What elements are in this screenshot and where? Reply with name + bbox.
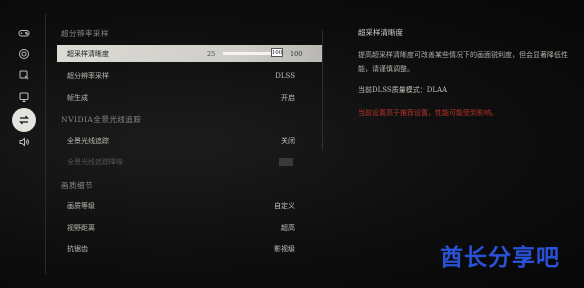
quality-label: 画质等级	[67, 201, 95, 210]
sharpness-label: 超采样清晰度	[67, 49, 109, 58]
settings-panel: 超分辨率采样 超采样清晰度 25 100 100 超分辨率采样 DLSS 帧生成…	[55, 0, 325, 288]
speaker-icon[interactable]	[14, 132, 34, 152]
sharpness-min: 25	[207, 49, 216, 58]
sharpness-row[interactable]: 超采样清晰度 25 100 100	[57, 45, 323, 62]
sharpness-max: 100	[290, 49, 303, 58]
panel-divider	[322, 30, 323, 150]
section-title-nvidia: NVIDIA全景光线追踪	[61, 115, 142, 124]
gamepad-icon[interactable]	[14, 23, 34, 43]
anti-aliasing-value: 影视级	[274, 244, 295, 253]
path-tracing-sub-row: 全景光线追踪降噪	[57, 153, 323, 170]
anti-aliasing-label: 抗锯齿	[67, 244, 88, 253]
info-dlss-mode: 当前DLSS质量模式：DLAA	[358, 86, 448, 94]
path-tracing-sub-label: 全景光线追踪降噪	[67, 157, 123, 166]
display-icon[interactable]	[14, 65, 34, 85]
monitor-icon[interactable]	[14, 87, 34, 107]
supersampling-row[interactable]: 超分辨率采样 DLSS	[57, 67, 323, 84]
quality-row[interactable]: 画质等级 自定义	[57, 197, 323, 214]
sidebar	[0, 0, 46, 288]
path-tracing-row[interactable]: 全景光线追踪 关闭	[57, 132, 323, 149]
supersampling-value: DLSS	[275, 71, 295, 80]
info-title: 超采样清晰度	[358, 28, 403, 37]
frame-gen-label: 帧生成	[67, 93, 88, 102]
quality-value: 自定义	[274, 201, 295, 210]
frame-gen-value: 开启	[281, 93, 295, 102]
path-tracing-sub-toggle	[279, 157, 293, 166]
section-title-supersampling: 超分辨率采样	[61, 29, 109, 38]
path-tracing-label: 全景光线追踪	[67, 136, 109, 145]
view-distance-row[interactable]: 视野距离 超高	[57, 219, 323, 236]
supersampling-label: 超分辨率采样	[67, 71, 109, 80]
info-warning: 当前设置高于推荐设置，性能可能受到影响。	[358, 109, 498, 117]
watermark: 酋长分享吧	[440, 245, 560, 271]
swap-arrows-icon[interactable]	[12, 108, 36, 132]
section-title-detail: 画质细节	[61, 181, 93, 190]
settings-icon[interactable]	[14, 44, 34, 64]
frame-gen-row[interactable]: 帧生成 开启	[57, 89, 323, 106]
anti-aliasing-row[interactable]: 抗锯齿 影视级	[57, 240, 323, 257]
view-distance-value: 超高	[281, 223, 295, 232]
sharpness-value-box[interactable]: 100	[271, 48, 283, 57]
info-description: 提高超采样清晰度可改善某些情况下的画面锐利度，但会显著降低性能，请谨慎调整。	[358, 51, 568, 73]
sidebar-divider	[45, 14, 46, 274]
view-distance-label: 视野距离	[67, 223, 95, 232]
path-tracing-value: 关闭	[281, 136, 295, 145]
